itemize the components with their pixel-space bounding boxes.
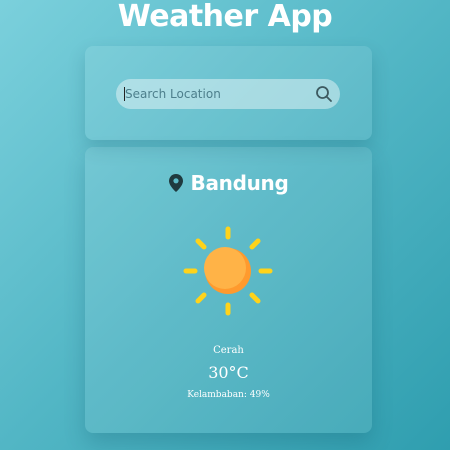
search-input[interactable] (125, 79, 305, 109)
search-icon[interactable] (315, 85, 333, 103)
humidity: Kelambaban: 49% (187, 390, 270, 400)
location-name: Bandung (190, 171, 289, 195)
map-pin-icon (168, 174, 183, 192)
sun-icon (179, 222, 277, 320)
search-card (85, 46, 372, 140)
weather-card: Bandung Cerah 30°C Kelambaban: 49% (85, 147, 372, 433)
location-row: Bandung (85, 169, 372, 197)
search-box[interactable] (116, 79, 340, 109)
app-title: Weather App (117, 0, 333, 34)
weather-condition: Cerah (213, 345, 244, 356)
temperature: 30°C (208, 363, 249, 382)
